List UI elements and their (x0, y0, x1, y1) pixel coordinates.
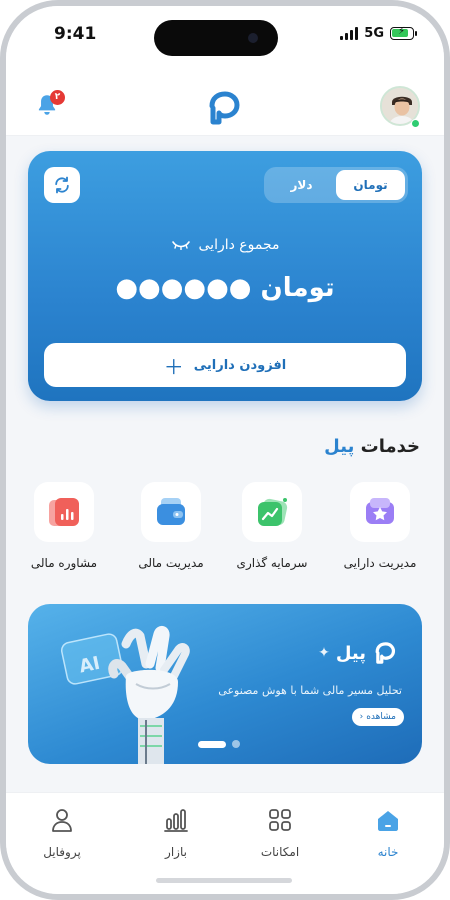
service-label: مدیریت دارایی (343, 556, 417, 570)
service-financial-management[interactable]: مدیریت مالی (123, 482, 219, 570)
banner-brand-name: پیل (335, 642, 366, 664)
investment-chart-icon (258, 498, 288, 526)
nav-home[interactable]: خانه (348, 807, 428, 859)
nav-label: امکانات (260, 845, 300, 859)
services-title-prefix: خدمات (360, 436, 420, 457)
nav-profile[interactable]: پروفایل (22, 807, 102, 859)
banner-subtitle: تحلیل مسیر مالی شما با هوش مصنوعی (218, 684, 402, 697)
wallet-icon (157, 498, 185, 525)
banner-logo-icon (375, 642, 396, 664)
service-label: مدیریت مالی (138, 556, 204, 570)
nav-label: پروفایل (43, 845, 81, 859)
services-title-brand: پیل (324, 436, 355, 457)
service-tile (242, 482, 302, 542)
currency-toman-tab[interactable]: تومان (336, 170, 405, 200)
balance-unit: تومان (260, 273, 335, 303)
camera-dot (248, 33, 258, 43)
carousel-dot-active[interactable] (198, 740, 226, 748)
network-type: 5G (364, 26, 384, 41)
dynamic-island (154, 20, 278, 56)
service-investment[interactable]: سرمایه گذاری (224, 482, 320, 570)
currency-toggle: دلار تومان (264, 167, 408, 203)
nav-label: بازار (165, 845, 187, 859)
service-label: مشاوره مالی (30, 556, 98, 570)
signal-icon (340, 27, 359, 40)
wallet-star-icon (366, 498, 394, 524)
charging-bolt-icon: ⚡ (398, 26, 406, 37)
nav-label: خانه (377, 845, 399, 859)
online-status-dot (411, 119, 420, 128)
chevron-left-icon: ‹ (359, 712, 364, 722)
ai-chip-label: AI (77, 653, 102, 678)
nav-features[interactable]: امکانات (240, 807, 320, 859)
balance-card: دلار تومان مجموع دارایی تومان ●●●●●● افز… (28, 151, 422, 401)
phone-frame: 9:41 5G ⚡ ۲ دلار تومان مجموع دارایی توما… (0, 0, 450, 900)
service-tile (34, 482, 94, 542)
notification-badge: ۲ (50, 90, 65, 105)
report-chart-icon (49, 498, 79, 526)
app-screen: 9:41 5G ⚡ ۲ دلار تومان مجموع دارایی توما… (6, 6, 444, 894)
add-asset-label: افزودن دارایی (193, 357, 287, 373)
home-indicator (156, 878, 292, 883)
battery-icon: ⚡ (390, 26, 417, 40)
banner-view-label: مشاهده (366, 712, 396, 722)
refresh-button[interactable] (44, 167, 80, 203)
add-asset-button[interactable]: افزودن دارایی ＋ (44, 343, 406, 387)
nav-market[interactable]: بازار (136, 807, 216, 859)
grid-icon (269, 809, 291, 831)
carousel-indicator (198, 740, 240, 748)
currency-dollar-tab[interactable]: دلار (267, 170, 336, 200)
service-financial-advice[interactable]: مشاوره مالی (16, 482, 112, 570)
status-indicators: 5G ⚡ (340, 26, 417, 41)
service-tile (141, 482, 201, 542)
sparkle-icon: ✦ (318, 645, 330, 661)
banner-view-button[interactable]: مشاهده ‹ (351, 708, 404, 726)
service-tile (350, 482, 410, 542)
balance-masked-value: ●●●●●● (115, 273, 252, 303)
refresh-icon (55, 176, 69, 194)
home-icon (378, 811, 398, 831)
service-label: سرمایه گذاری (236, 556, 308, 570)
app-header: ۲ (6, 70, 444, 136)
ai-promo-banner[interactable]: AI ✦ پیل تحلیل مسیر مالی شما با هوش مصنو… (28, 604, 422, 764)
balance-amount: تومان ●●●●●● (28, 273, 422, 303)
total-assets-label: مجموع دارایی (198, 237, 280, 253)
services-title: خدمات پیل (324, 436, 420, 457)
market-chart-icon (164, 809, 188, 832)
profile-icon (52, 809, 72, 832)
hidden-eye-icon[interactable] (171, 240, 191, 250)
service-asset-management[interactable]: مدیریت دارایی (332, 482, 428, 570)
plus-icon: ＋ (163, 354, 184, 379)
status-bar: 9:41 5G ⚡ (6, 6, 444, 70)
status-time: 9:41 (54, 24, 97, 44)
carousel-dot[interactable] (232, 740, 240, 748)
banner-brand: ✦ پیل (318, 640, 398, 666)
peel-logo-icon (209, 91, 240, 125)
total-assets-row: مجموع دارایی (28, 237, 422, 253)
